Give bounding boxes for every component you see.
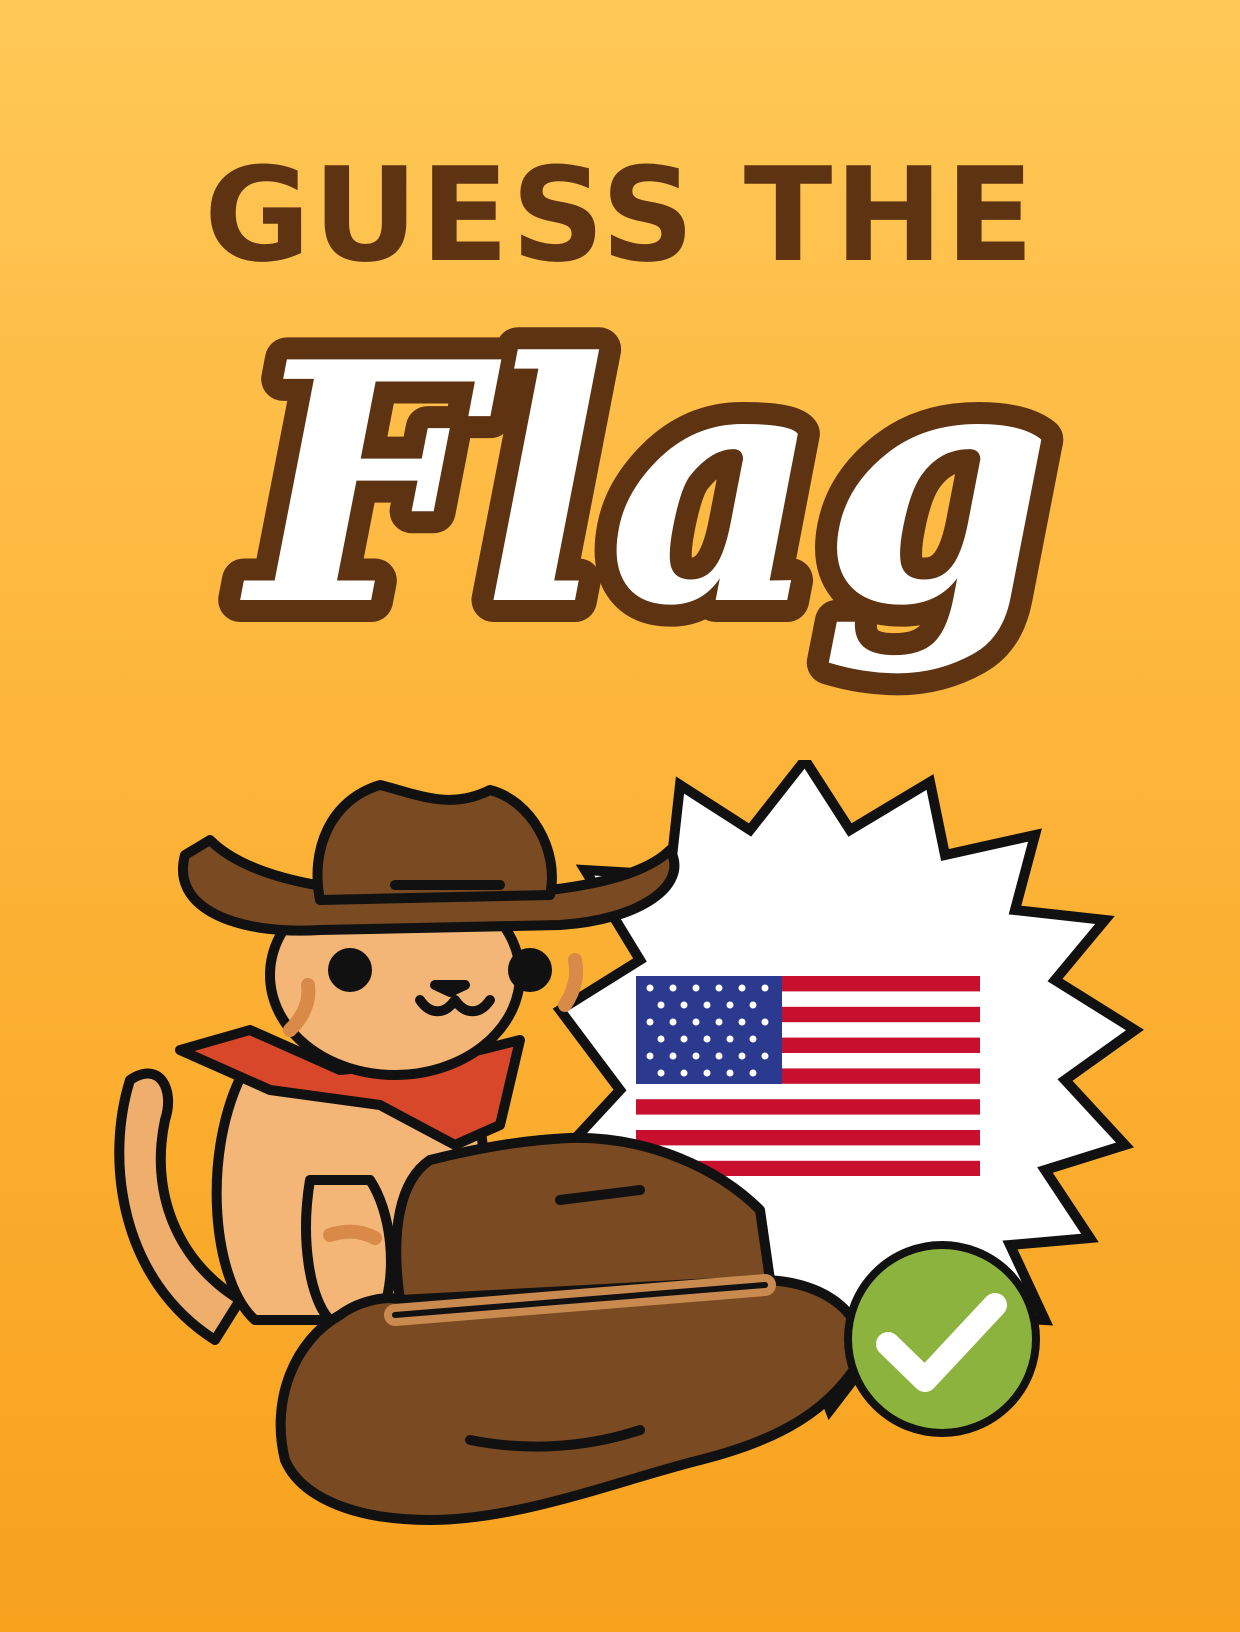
title-flag-fill: Flag: [238, 300, 1053, 678]
correct-checkmark-icon: [844, 1241, 1040, 1437]
game-scene: [114, 760, 1144, 1525]
title-flag-script: Flag Flag: [216, 300, 1075, 700]
title-guess-the: GUESS THE: [203, 139, 1037, 291]
usa-flag-icon: [636, 976, 980, 1176]
